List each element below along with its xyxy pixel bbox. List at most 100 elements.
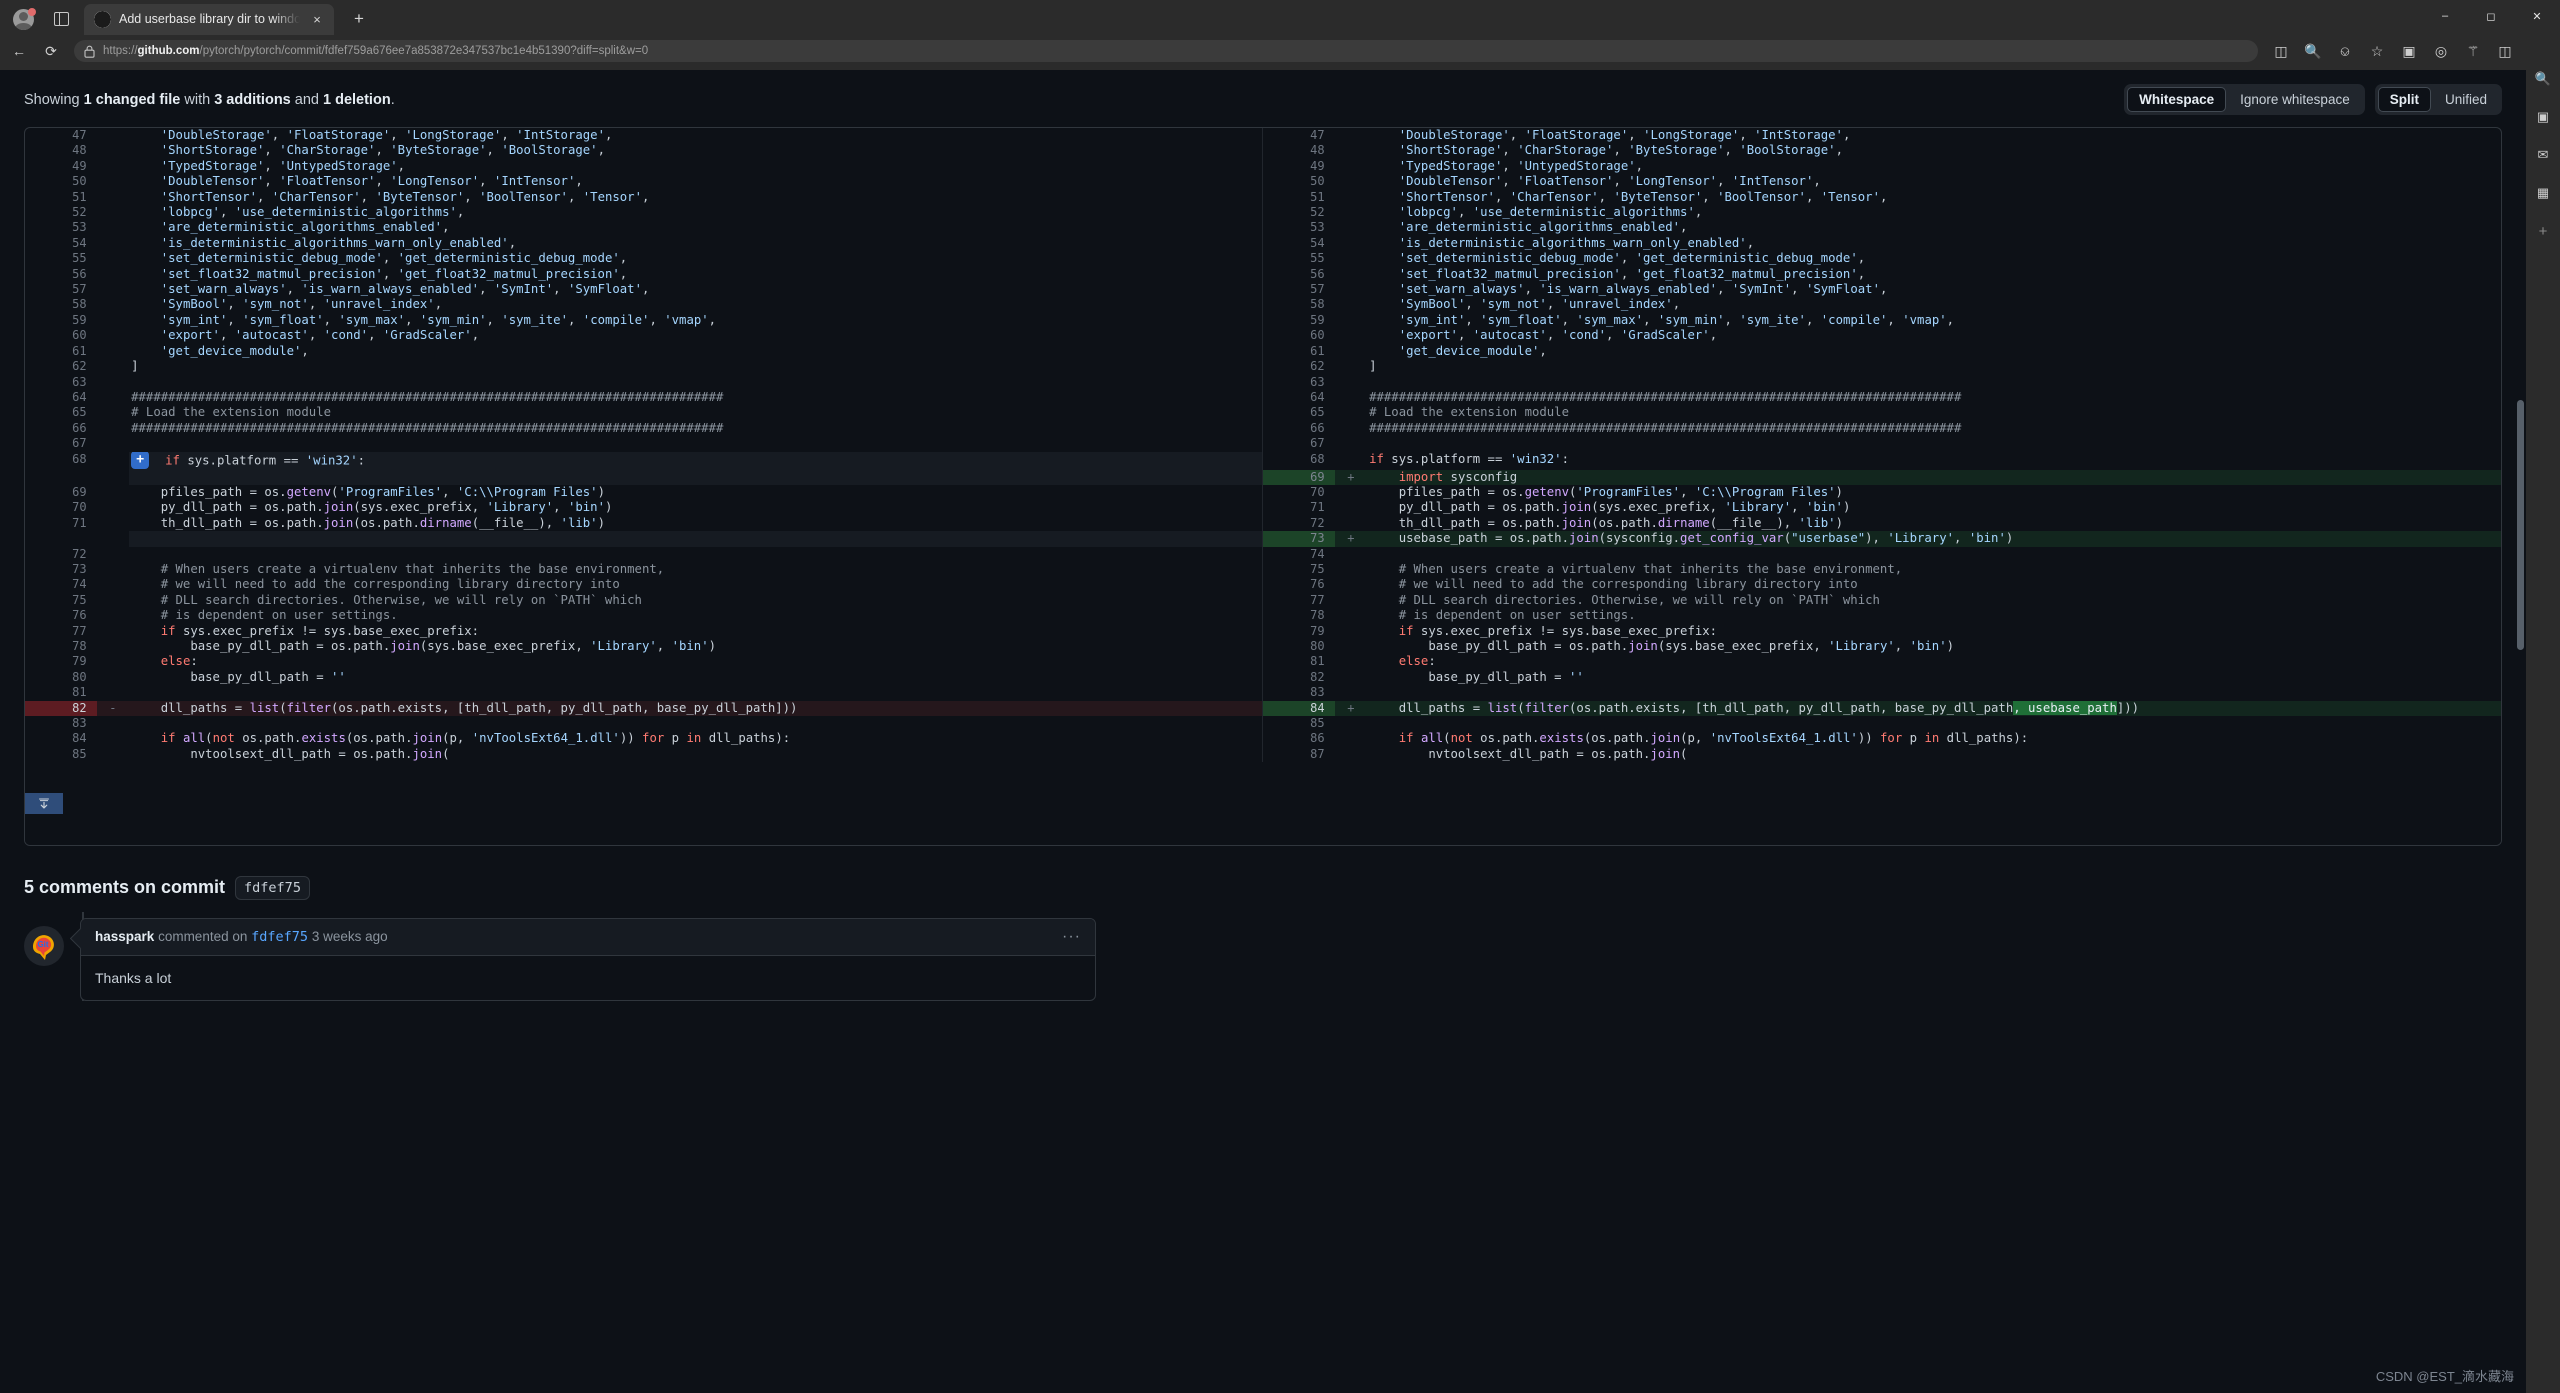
code-cell-right[interactable]: # DLL search directories. Otherwise, we … bbox=[1367, 593, 2501, 608]
code-cell-right[interactable]: 'ShortTensor', 'CharTensor', 'ByteTensor… bbox=[1367, 190, 2501, 205]
code-cell-right[interactable]: 'lobpcg', 'use_deterministic_algorithms'… bbox=[1367, 205, 2501, 220]
code-cell-left[interactable]: 'lobpcg', 'use_deterministic_algorithms'… bbox=[129, 205, 1264, 221]
code-cell-right[interactable]: 'DoubleTensor', 'FloatTensor', 'LongTens… bbox=[1367, 174, 2501, 189]
code-cell-left[interactable]: 'ShortTensor', 'CharTensor', 'ByteTensor… bbox=[129, 189, 1264, 206]
office-icon[interactable]: ▦ bbox=[2532, 182, 2554, 204]
code-cell-left[interactable]: if all(not os.path.exists(os.path.join(p… bbox=[129, 731, 1264, 747]
code-cell-right[interactable]: 'set_deterministic_debug_mode', 'get_det… bbox=[1367, 251, 2501, 266]
code-cell-right[interactable]: import sysconfig bbox=[1367, 469, 2501, 485]
code-cell-left[interactable]: ########################################… bbox=[129, 389, 1264, 406]
code-cell-right[interactable]: 'sym_int', 'sym_float', 'sym_max', 'sym_… bbox=[1367, 313, 2501, 328]
split-screen-icon[interactable]: ◫ bbox=[2266, 38, 2296, 64]
minimize-button[interactable]: – bbox=[2422, 0, 2468, 32]
expand-down-button[interactable] bbox=[25, 793, 63, 815]
address-bar[interactable]: https://github.com/pytorch/pytorch/commi… bbox=[74, 40, 2258, 62]
code-cell-right[interactable]: usebase_path = os.path.join(sysconfig.ge… bbox=[1367, 531, 2501, 547]
code-cell-left[interactable]: 'DoubleTensor', 'FloatTensor', 'LongTens… bbox=[129, 174, 1264, 190]
code-cell-left[interactable]: 'export', 'autocast', 'cond', 'GradScale… bbox=[129, 328, 1264, 344]
code-cell-left[interactable]: 'ShortStorage', 'CharStorage', 'ByteStor… bbox=[129, 143, 1264, 159]
code-cell-left[interactable] bbox=[129, 531, 1264, 547]
copilot-icon[interactable]: ◎ bbox=[2426, 38, 2456, 64]
outlook-icon[interactable]: ✉ bbox=[2532, 144, 2554, 166]
code-cell-right[interactable] bbox=[1367, 685, 2501, 700]
code-cell-right[interactable]: 'set_float32_matmul_precision', 'get_flo… bbox=[1367, 267, 2501, 282]
browser-essentials-icon[interactable]: ⚚ bbox=[2458, 38, 2488, 64]
code-cell-left[interactable]: dll_paths = list(filter(os.path.exists, … bbox=[129, 700, 1264, 717]
code-cell-left[interactable]: 'set_deterministic_debug_mode', 'get_det… bbox=[129, 251, 1264, 267]
code-cell-left[interactable]: base_py_dll_path = '' bbox=[129, 669, 1264, 686]
code-cell-left[interactable]: 'TypedStorage', 'UntypedStorage', bbox=[129, 158, 1264, 175]
comment-sha-link[interactable]: fdfef75 bbox=[251, 929, 308, 945]
close-icon[interactable]: × bbox=[308, 12, 326, 27]
code-cell-right[interactable]: py_dll_path = os.path.join(sys.exec_pref… bbox=[1367, 500, 2501, 515]
code-cell-right[interactable] bbox=[1367, 547, 2501, 562]
code-cell-right[interactable]: 'DoubleStorage', 'FloatStorage', 'LongSt… bbox=[1367, 128, 2501, 143]
code-cell-right[interactable]: ] bbox=[1367, 359, 2501, 374]
reload-icon[interactable]: ⟳ bbox=[36, 38, 66, 64]
code-cell-right[interactable]: 'TypedStorage', 'UntypedStorage', bbox=[1367, 159, 2501, 174]
favorite-icon[interactable]: ☆ bbox=[2362, 38, 2392, 64]
code-cell-left[interactable]: base_py_dll_path = os.path.join(sys.base… bbox=[129, 639, 1264, 655]
code-cell-right[interactable] bbox=[1367, 375, 2501, 390]
split-view-button[interactable]: Split bbox=[2377, 87, 2431, 112]
avatar[interactable]: Git bbox=[24, 925, 64, 966]
browser-tab[interactable]: Add userbase library dir to windo × bbox=[84, 3, 334, 35]
maximize-button[interactable]: ◻ bbox=[2468, 0, 2514, 32]
code-cell-right[interactable]: base_py_dll_path = '' bbox=[1367, 670, 2501, 685]
code-cell-right[interactable]: ########################################… bbox=[1367, 421, 2501, 436]
code-cell-left[interactable] bbox=[129, 685, 1264, 701]
code-cell-left[interactable] bbox=[129, 374, 1264, 390]
collections-icon[interactable]: ▣ bbox=[2394, 38, 2424, 64]
add-tool-icon[interactable]: + bbox=[2532, 220, 2554, 242]
code-cell-right[interactable]: # When users create a virtualenv that in… bbox=[1367, 562, 2501, 577]
tab-actions-button[interactable] bbox=[44, 4, 78, 34]
code-cell-right[interactable]: pfiles_path = os.getenv('ProgramFiles', … bbox=[1367, 485, 2501, 500]
code-cell-left[interactable]: ] bbox=[129, 359, 1264, 375]
code-cell-right[interactable]: 'get_device_module', bbox=[1367, 344, 2501, 359]
code-cell-right[interactable] bbox=[1367, 716, 2501, 731]
back-icon[interactable]: ← bbox=[4, 38, 34, 64]
code-cell-left[interactable]: # When users create a virtualenv that in… bbox=[129, 561, 1264, 578]
read-aloud-icon[interactable]: ⎉ bbox=[2330, 38, 2360, 64]
code-cell-left[interactable] bbox=[129, 546, 1264, 562]
code-cell-right[interactable]: 'ShortStorage', 'CharStorage', 'ByteStor… bbox=[1367, 143, 2501, 158]
ignore-whitespace-button[interactable]: Ignore whitespace bbox=[2228, 87, 2362, 112]
code-cell-right[interactable]: if sys.exec_prefix != sys.base_exec_pref… bbox=[1367, 624, 2501, 639]
code-cell-right[interactable]: if sys.platform == 'win32': bbox=[1367, 452, 2501, 470]
profile-button[interactable] bbox=[6, 4, 40, 34]
code-cell-left[interactable]: if sys.exec_prefix != sys.base_exec_pref… bbox=[129, 623, 1264, 639]
code-cell-left[interactable]: # we will need to add the corresponding … bbox=[129, 577, 1264, 593]
code-cell-right[interactable]: 'export', 'autocast', 'cond', 'GradScale… bbox=[1367, 328, 2501, 343]
code-cell-right[interactable]: ########################################… bbox=[1367, 390, 2501, 405]
code-cell-left[interactable]: 'get_device_module', bbox=[129, 343, 1264, 360]
add-comment-button[interactable]: + bbox=[131, 451, 150, 469]
code-cell-left[interactable]: # is dependent on user settings. bbox=[129, 608, 1264, 624]
code-cell-right[interactable]: # Load the extension module bbox=[1367, 405, 2501, 420]
code-cell-left[interactable]: 'set_float32_matmul_precision', 'get_flo… bbox=[129, 266, 1264, 283]
code-cell-left[interactable]: # DLL search directories. Otherwise, we … bbox=[129, 592, 1264, 609]
code-cell-right[interactable]: 'SymBool', 'sym_not', 'unravel_index', bbox=[1367, 297, 2501, 312]
zoom-icon[interactable]: 🔍 bbox=[2298, 38, 2328, 64]
code-cell-left[interactable] bbox=[129, 716, 1264, 732]
code-cell-left[interactable]: py_dll_path = os.path.join(sys.exec_pref… bbox=[129, 500, 1264, 516]
code-cell-right[interactable] bbox=[1367, 436, 2501, 451]
scrollbar-thumb[interactable] bbox=[2517, 400, 2524, 650]
code-cell-right[interactable]: 'are_deterministic_algorithms_enabled', bbox=[1367, 220, 2501, 235]
code-cell-right[interactable]: base_py_dll_path = os.path.join(sys.base… bbox=[1367, 639, 2501, 654]
comment-author[interactable]: hasspark bbox=[95, 929, 154, 944]
code-cell-left[interactable] bbox=[129, 436, 1264, 452]
code-cell-left[interactable]: 'DoubleStorage', 'FloatStorage', 'LongSt… bbox=[129, 128, 1264, 144]
copilot-sidebar-icon[interactable]: ▣ bbox=[2532, 106, 2554, 128]
code-cell-right[interactable]: th_dll_path = os.path.join(os.path.dirna… bbox=[1367, 516, 2501, 531]
code-cell-left[interactable]: ########################################… bbox=[129, 420, 1264, 437]
code-cell-right[interactable]: else: bbox=[1367, 654, 2501, 669]
code-cell-left[interactable]: + if sys.platform == 'win32': bbox=[129, 451, 1264, 470]
code-cell-left[interactable]: else: bbox=[129, 654, 1264, 670]
whitespace-button[interactable]: Whitespace bbox=[2127, 87, 2227, 112]
code-cell-right[interactable]: if all(not os.path.exists(os.path.join(p… bbox=[1367, 731, 2501, 746]
code-cell-left[interactable]: 'sym_int', 'sym_float', 'sym_max', 'sym_… bbox=[129, 312, 1264, 329]
code-cell-right[interactable]: dll_paths = list(filter(os.path.exists, … bbox=[1367, 700, 2501, 717]
code-cell-right[interactable]: nvtoolsext_dll_path = os.path.join( bbox=[1367, 747, 2501, 762]
code-cell-left[interactable]: # Load the extension module bbox=[129, 405, 1264, 421]
commit-sha-chip[interactable]: fdfef75 bbox=[235, 875, 310, 900]
